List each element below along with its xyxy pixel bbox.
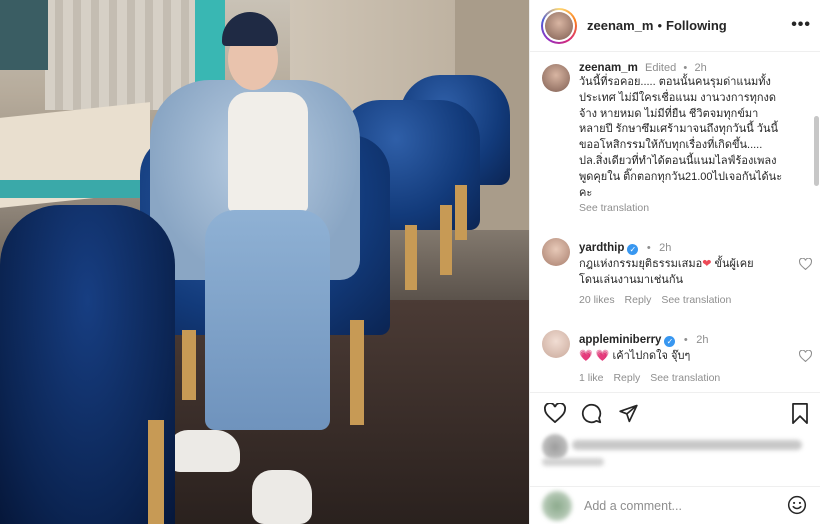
photo-person-jeans xyxy=(205,210,330,430)
separator-dot: • xyxy=(657,18,663,33)
caption-time: 2h xyxy=(694,62,707,74)
photo-chair-leg xyxy=(455,185,467,240)
comments-scrollbar[interactable] xyxy=(814,116,819,186)
verified-badge-icon: ✓ xyxy=(664,336,676,347)
heart-outline-icon[interactable] xyxy=(799,350,812,362)
following-button[interactable]: Following xyxy=(666,18,727,33)
verified-badge-icon: ✓ xyxy=(627,244,639,255)
blurred-timestamp xyxy=(542,458,604,466)
photo-chair-leg xyxy=(440,205,452,275)
author-avatar[interactable] xyxy=(541,7,577,44)
see-translation-link[interactable]: See translation xyxy=(661,294,731,306)
separator-dot: • xyxy=(646,242,651,254)
photo-person-shoe xyxy=(252,470,312,524)
reply-button[interactable]: Reply xyxy=(625,294,652,306)
comment-likes[interactable]: 1 like xyxy=(579,372,604,384)
caption-text: วันนี้ที่รอคอย..... ตอนนั้นคนรุมด่าแนมทั… xyxy=(579,76,783,199)
comment-username[interactable]: appleminiberry xyxy=(579,334,661,346)
heart-outline-icon[interactable] xyxy=(544,403,566,423)
comment-text: 💗 💗 เค้าไปกดใจ จุ๊บๆ xyxy=(579,348,789,364)
separator-dot: • xyxy=(683,62,688,74)
photo-window xyxy=(0,0,48,70)
comment-likes[interactable]: 20 likes xyxy=(579,294,615,306)
comment-avatar[interactable] xyxy=(542,330,570,358)
comment-username[interactable]: yardthip xyxy=(579,242,624,254)
blurred-avatar xyxy=(542,490,572,521)
comments-list[interactable]: zeenam_m Edited • 2h วันนี้ที่รอคอย.....… xyxy=(530,52,820,392)
photo-person-cap xyxy=(222,12,278,46)
photo-chair-leg xyxy=(350,320,364,425)
author-username[interactable]: zeenam_m xyxy=(587,18,653,33)
liked-by-blurred xyxy=(542,434,812,474)
paper-plane-icon[interactable] xyxy=(618,403,639,423)
photo-chair-leg xyxy=(182,330,196,400)
action-bar xyxy=(530,392,820,434)
comment-text-part: กฎแห่งกรรมยุติธรรมเสมอ xyxy=(579,258,703,270)
see-translation-link[interactable]: See translation xyxy=(650,372,720,384)
pink-heart-emoji-icon: 💗 💗 xyxy=(579,350,610,362)
avatar-image xyxy=(545,11,573,40)
heart-outline-icon[interactable] xyxy=(799,258,812,270)
add-comment-bar xyxy=(530,486,820,524)
photo-person-top xyxy=(228,92,308,212)
see-translation-link[interactable]: See translation xyxy=(579,202,807,214)
comment-time: 2h xyxy=(659,242,672,254)
more-options-icon[interactable]: ••• xyxy=(791,16,811,34)
post-header: zeenam_m • Following ••• xyxy=(530,0,820,52)
post-photo[interactable] xyxy=(0,0,529,524)
photo-chair-leg xyxy=(148,420,164,524)
emoji-icon[interactable] xyxy=(787,495,807,515)
comment-time: 2h xyxy=(696,334,709,346)
edited-label: Edited xyxy=(645,62,677,74)
comment-text: กฎแห่งกรรมยุติธรรมเสมอ❤ ขั้นผู้เคย โดนเล… xyxy=(579,256,789,288)
photo-table-edge xyxy=(0,180,140,198)
comment-text-part: เค้าไปกดใจ จุ๊บๆ xyxy=(609,350,691,362)
photo-chair-leg xyxy=(405,225,417,290)
caption-username[interactable]: zeenam_m xyxy=(579,62,638,74)
blurred-liked-by-text xyxy=(572,440,802,450)
post-sidebar: zeenam_m • Following ••• zeenam_m Edited… xyxy=(529,0,820,524)
separator-dot: • xyxy=(683,334,688,346)
add-comment-input[interactable] xyxy=(584,498,774,513)
comment-avatar[interactable] xyxy=(542,238,570,266)
photo-person-shoe xyxy=(168,430,240,472)
caption-avatar[interactable] xyxy=(542,64,570,92)
blurred-avatar xyxy=(542,434,568,460)
comment-bubble-icon[interactable] xyxy=(581,403,602,424)
bookmark-icon[interactable] xyxy=(791,403,809,424)
reply-button[interactable]: Reply xyxy=(613,372,640,384)
